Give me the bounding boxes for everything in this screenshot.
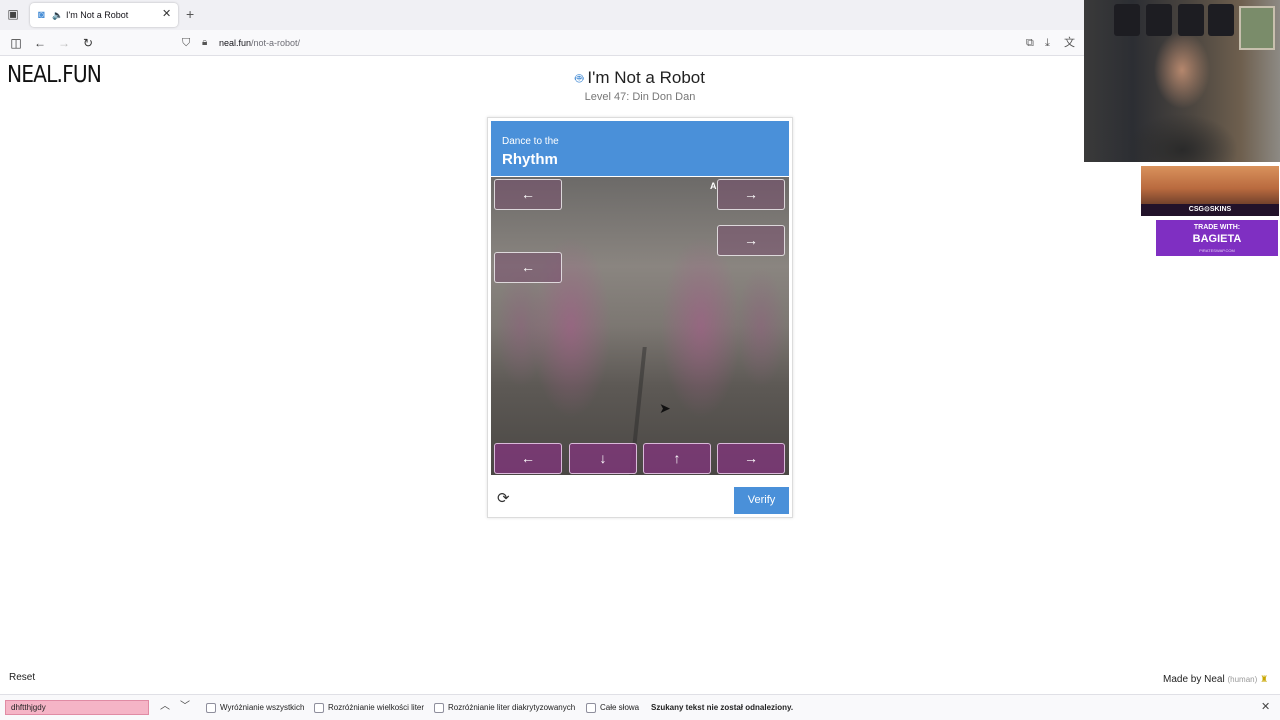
target-down-button[interactable]: ↓ [569,443,637,474]
tabs-icon[interactable]: ▣ [6,7,20,21]
match-case-checkbox[interactable] [314,703,324,713]
picture-in-picture-icon[interactable]: ⧉ [1026,36,1034,50]
reload-icon[interactable]: ↻ [80,35,96,51]
new-tab-icon[interactable]: + [186,7,194,21]
verify-button[interactable]: Verify [734,487,789,514]
rhythm-game-area[interactable]: A ← → → ← ← ↓ ↑ → [491,177,789,475]
shield-icon[interactable]: ⛉ [182,36,190,50]
reset-button[interactable]: Reset [9,672,35,683]
falling-arrow-right: → [717,225,785,256]
robot-favicon-icon: ◙ [38,9,45,21]
trade-line2: BAGIETA [1192,233,1242,245]
captcha-widget: Dance to the Rhythm A ← → → ← ← ↓ ↑ → ⟳ … [487,117,793,518]
made-by-text: Made by Neal [1163,674,1225,685]
falling-arrow-left: ← [494,252,562,283]
find-previous-icon[interactable]: ︿ [160,700,170,714]
downloads-icon[interactable]: ⤓ [1045,36,1050,50]
trade-line1: TRADE WITH: [1193,224,1241,231]
tab-strip: ▣ ◙ 🔈 I'm Not a Robot ✕ + [0,0,1084,30]
find-status: Szukany tekst nie został odnaleziony. [651,703,794,712]
human-label: (human) [1227,675,1258,684]
match-case-label[interactable]: Rozróżnianie wielkości liter [328,703,424,713]
sidebar-icon[interactable]: ◫ [8,35,24,51]
navigation-bar: ◫ ← → ↻ ⛉ 🔒︎ neal.fun/not-a-robot/ ⧉ ⤓ 文 [0,30,1084,56]
lightbulb-icon: ♜ [1260,674,1269,684]
made-by-credit[interactable]: Made by Neal (human) ♜ [1163,674,1268,685]
lock-icon[interactable]: 🔒︎ [202,36,207,50]
level-label: Level 47: Din Don Dan [584,91,696,103]
url-text[interactable]: neal.fun/not-a-robot/ [219,38,300,49]
site-logo[interactable]: NEAL.FUN [7,62,102,88]
translate-icon[interactable]: 文 [1064,36,1075,50]
close-find-bar-icon[interactable]: ✕ [1261,700,1270,714]
tab-title: I'm Not a Robot [66,10,129,20]
captcha-subtitle: Dance to the [502,136,559,147]
active-tab[interactable]: ◙ 🔈 I'm Not a Robot ✕ [30,3,178,27]
find-next-icon[interactable]: ﹀ [180,700,190,714]
page-title-text: I'm Not a Robot [587,68,705,87]
find-input[interactable]: dhftthjgdy [5,700,149,715]
wall-shirt [1208,4,1234,36]
sponsor-tag: CSG⊙SKINS [1141,204,1279,216]
match-diacritics-label[interactable]: Rozróżnianie liter diakrytyzowanych [448,703,575,713]
find-bar: dhftthjgdy ︿ ﹀ Wyróżnianie wszystkich Ro… [0,694,1280,720]
trade-line3: PIRATESWAP.COM [1199,248,1235,253]
page-header: 🤖︎ I'm Not a Robot Level 47: Din Don Dan [440,68,840,103]
whole-words-checkbox[interactable] [586,703,596,713]
wall-shirt [1146,4,1172,36]
robot-icon: 🤖︎ [575,70,584,86]
speaker-icon[interactable]: 🔈 [52,9,63,21]
match-diacritics-checkbox[interactable] [434,703,444,713]
target-up-button[interactable]: ↑ [643,443,711,474]
sponsor-banner-csgo: CSG⊙SKINS [1141,166,1279,216]
captcha-header: Dance to the Rhythm [491,121,789,176]
mouse-cursor-icon: ➤ [659,400,671,416]
captcha-title: Rhythm [502,151,558,168]
url-bar[interactable]: ⛉ 🔒︎ neal.fun/not-a-robot/ ⧉ ⤓ 文 [176,33,1080,53]
wall-picture [1239,6,1275,50]
wall-shirt [1178,4,1204,36]
target-left-button[interactable]: ← [494,443,562,474]
target-right-button[interactable]: → [717,443,785,474]
back-icon[interactable]: ← [32,35,48,51]
partial-text: A [710,181,717,191]
forward-icon[interactable]: → [56,35,72,51]
page-title: 🤖︎ I'm Not a Robot [440,68,840,88]
close-tab-icon[interactable]: ✕ [162,8,171,20]
sponsor-banner-trade: TRADE WITH: BAGIETA PIRATESWAP.COM [1156,220,1278,256]
highlight-all-checkbox[interactable] [206,703,216,713]
falling-arrow-left: ← [494,179,562,210]
whole-words-label[interactable]: Całe słowa [600,703,639,713]
falling-arrow-right: → [717,179,785,210]
highlight-all-label[interactable]: Wyróżnianie wszystkich [220,703,304,713]
wall-shirt [1114,4,1140,36]
webcam-overlay [1084,0,1280,162]
refresh-icon[interactable]: ⟳ [497,491,510,507]
